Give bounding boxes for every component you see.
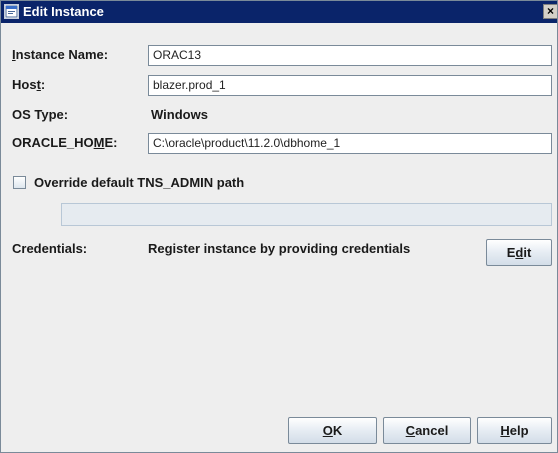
credentials-edit-button[interactable]: Edit	[486, 239, 552, 266]
title-bar[interactable]: Edit Instance ×	[1, 1, 557, 23]
override-tns-checkbox[interactable]	[13, 176, 26, 189]
window-app-icon	[4, 4, 19, 19]
instance-name-label: Instance Name:	[12, 47, 109, 62]
host-input[interactable]: blazer.prod_1	[148, 75, 552, 96]
instance-name-input[interactable]: ORAC13	[148, 45, 552, 66]
oracle-home-input[interactable]: C:\oracle\product\11.2.0\dbhome_1	[148, 133, 552, 154]
credentials-text: Register instance by providing credentia…	[148, 241, 411, 256]
window-title: Edit Instance	[23, 4, 104, 19]
close-icon[interactable]: ×	[543, 4, 557, 19]
host-label: Host:	[12, 77, 46, 92]
tns-admin-path-input[interactable]	[61, 203, 552, 226]
os-type-value: Windows	[151, 107, 208, 122]
os-type-label: OS Type:	[12, 107, 69, 122]
help-button[interactable]: Help	[477, 417, 552, 444]
credentials-label: Credentials:	[12, 241, 88, 256]
edit-instance-dialog: Edit Instance × Instance Name: ORAC13 Ho…	[0, 0, 558, 453]
cancel-button[interactable]: Cancel	[383, 417, 471, 444]
override-tns-label[interactable]: Override default TNS_ADMIN path	[34, 175, 244, 191]
ok-button[interactable]: OK	[288, 417, 377, 444]
oracle-home-label: ORACLE_HOME:	[12, 135, 118, 150]
